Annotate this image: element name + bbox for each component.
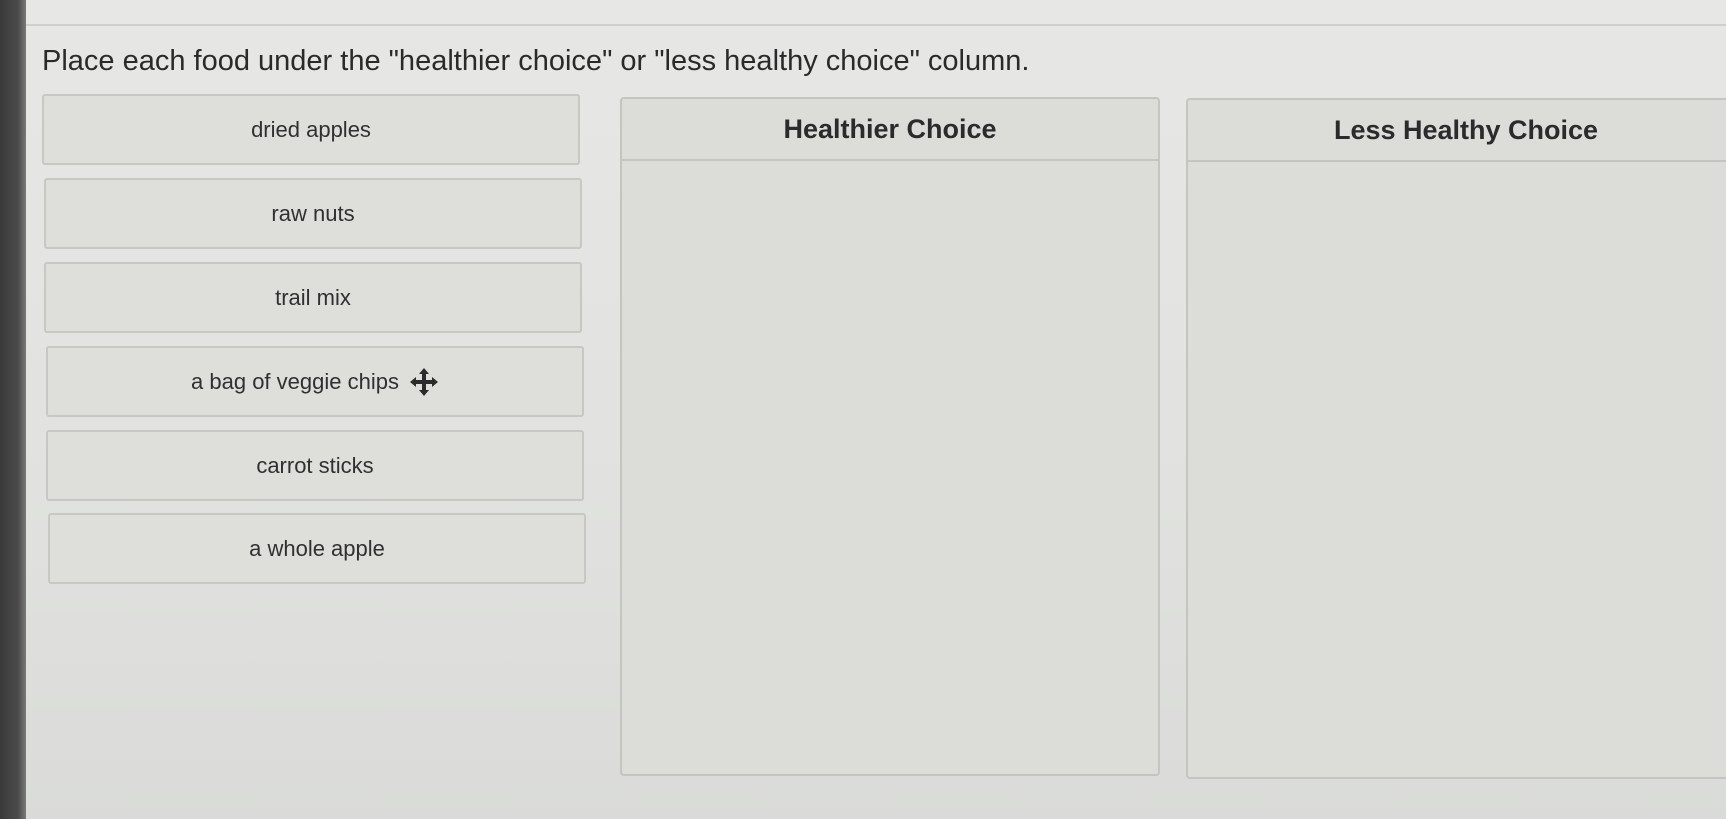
- food-item-label: trail mix: [275, 284, 351, 310]
- food-item-carrot-sticks[interactable]: carrot sticks: [46, 430, 584, 501]
- less-healthy-choice-dropzone[interactable]: [1188, 162, 1726, 777]
- food-item-label: a bag of veggie chips: [191, 368, 399, 394]
- food-item-label: a whole apple: [249, 535, 385, 561]
- healthier-choice-dropzone[interactable]: [622, 161, 1158, 774]
- column-title: Less Healthy Choice: [1333, 114, 1599, 145]
- column-title: Healthier Choice: [783, 113, 997, 144]
- column-less-healthy-choice: Less Healthy Choice: [1186, 98, 1726, 779]
- monitor-bezel: [0, 0, 26, 819]
- column-healthier-choice: Healthier Choice: [620, 97, 1160, 776]
- sorting-activity: Place each food under the "healthier cho…: [26, 0, 1726, 819]
- move-icon[interactable]: [409, 367, 439, 397]
- divider: [26, 24, 1726, 26]
- column-header: Less Healthy Choice: [1188, 100, 1726, 162]
- food-item-raw-nuts[interactable]: raw nuts: [44, 178, 582, 249]
- food-item-whole-apple[interactable]: a whole apple: [48, 513, 586, 584]
- column-header: Healthier Choice: [622, 99, 1158, 161]
- food-item-trail-mix[interactable]: trail mix: [44, 262, 582, 333]
- food-item-label: dried apples: [251, 116, 371, 142]
- food-item-label: carrot sticks: [256, 452, 374, 478]
- food-item-veggie-chips[interactable]: a bag of veggie chips: [46, 346, 584, 417]
- food-item-label: raw nuts: [271, 200, 355, 226]
- instruction-text: Place each food under the "healthier cho…: [42, 45, 1030, 77]
- food-item-dried-apples[interactable]: dried apples: [42, 94, 580, 165]
